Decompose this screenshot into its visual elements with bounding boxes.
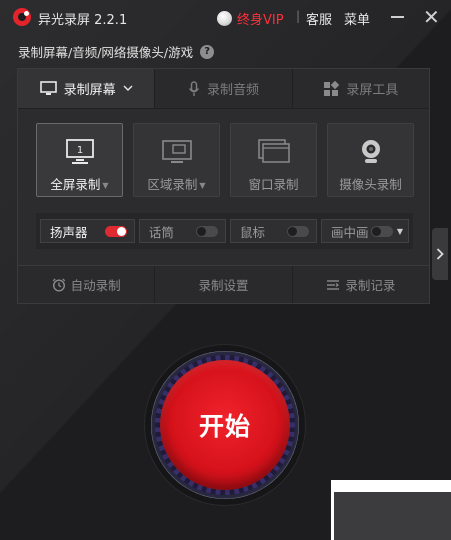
speaker-switch[interactable] bbox=[104, 225, 127, 237]
app-title: 异光录屏 2.2.1 bbox=[38, 13, 128, 28]
bottom-bar-label: 录制设置 bbox=[198, 278, 249, 293]
mouse-switch[interactable] bbox=[286, 225, 309, 237]
chevron-right-icon bbox=[436, 248, 444, 260]
service-button[interactable]: 客服 bbox=[306, 9, 332, 28]
record-panel: 录制屏幕 录制音频 录屏工具 1 全屏录制 ▼ 区域录制 ▼ 窗口录制 摄像头录… bbox=[17, 68, 430, 304]
corner-thumbnail bbox=[331, 480, 451, 540]
grid-icon bbox=[324, 80, 340, 96]
window-icon bbox=[257, 139, 290, 163]
toggle-microphone[interactable]: 话筒 bbox=[138, 219, 226, 243]
toggle-label: 扬声器 bbox=[50, 224, 88, 240]
mode-label: 全屏录制 bbox=[50, 177, 101, 192]
microphone-switch[interactable] bbox=[195, 225, 218, 237]
mode-label: 窗口录制 bbox=[248, 177, 299, 192]
tab-screen-tools[interactable]: 录屏工具 bbox=[292, 69, 429, 108]
toggle-speaker[interactable]: 扬声器 bbox=[40, 219, 135, 243]
start-button-wrap: 开始 bbox=[145, 345, 305, 505]
close-icon[interactable]: ✕ bbox=[423, 7, 440, 27]
tab-bar: 录制屏幕 录制音频 录屏工具 bbox=[18, 69, 429, 109]
bottom-bar: 自动录制 录制设置 录制记录 bbox=[18, 265, 429, 303]
chevron-down-icon bbox=[123, 85, 133, 91]
toggle-mouse[interactable]: 鼠标 bbox=[229, 219, 317, 243]
app-logo-icon bbox=[13, 8, 31, 26]
list-icon bbox=[327, 279, 340, 290]
tab-label: 录屏工具 bbox=[346, 83, 399, 98]
caret-down-icon[interactable]: ▼ bbox=[199, 181, 205, 190]
title-bar: 异光录屏 2.2.1 终身VIP | 客服 菜单 ✕ bbox=[0, 0, 451, 34]
minimize-icon[interactable] bbox=[391, 16, 404, 18]
mode-window[interactable]: 窗口录制 bbox=[230, 123, 317, 197]
auto-record-button[interactable]: 自动录制 bbox=[18, 266, 156, 303]
mode-fullscreen[interactable]: 1 全屏录制 ▼ bbox=[36, 123, 123, 197]
toggle-picture-in-picture[interactable]: 画中画 ▼ bbox=[320, 219, 409, 243]
toggle-label: 话筒 bbox=[148, 224, 174, 240]
vip-link[interactable]: 终身VIP bbox=[217, 9, 284, 28]
caret-down-icon[interactable]: ▼ bbox=[102, 181, 108, 190]
menu-button[interactable]: 菜单 bbox=[344, 9, 370, 28]
tab-record-audio[interactable]: 录制音频 bbox=[155, 69, 293, 108]
monitor-icon bbox=[39, 81, 57, 95]
alarm-clock-icon bbox=[52, 278, 65, 292]
mode-webcam[interactable]: 摄像头录制 bbox=[327, 123, 414, 197]
toggle-bar: 扬声器 话筒 鼠标 画中画 ▼ bbox=[36, 213, 413, 249]
svg-text:1: 1 bbox=[76, 145, 82, 156]
expand-panel-button[interactable] bbox=[432, 228, 448, 280]
caret-down-icon[interactable]: ▼ bbox=[397, 227, 403, 236]
subtitle-row: 录制屏幕/音频/网络摄像头/游戏 ? bbox=[18, 42, 215, 61]
toggle-label: 画中画 bbox=[330, 224, 369, 240]
fullscreen-icon: 1 bbox=[65, 139, 94, 164]
bottom-bar-label: 自动录制 bbox=[70, 278, 121, 293]
help-icon[interactable]: ? bbox=[200, 44, 215, 59]
tab-label: 录制音频 bbox=[206, 83, 259, 98]
region-icon bbox=[161, 140, 192, 163]
subtitle-text: 录制屏幕/音频/网络摄像头/游戏 bbox=[18, 45, 194, 60]
mode-label: 摄像头录制 bbox=[339, 177, 402, 192]
bottom-bar-label: 录制记录 bbox=[345, 278, 396, 293]
record-history-button[interactable]: 录制记录 bbox=[293, 266, 429, 303]
vip-badge-icon bbox=[217, 11, 232, 26]
webcam-icon bbox=[361, 140, 380, 163]
pip-switch[interactable] bbox=[370, 225, 393, 237]
microphone-icon bbox=[188, 80, 200, 96]
toggle-label: 鼠标 bbox=[239, 224, 265, 240]
vip-label: 终身VIP bbox=[237, 13, 284, 28]
start-button[interactable]: 开始 bbox=[160, 360, 290, 490]
record-settings-button[interactable]: 录制设置 bbox=[155, 266, 293, 303]
tab-record-screen[interactable]: 录制屏幕 bbox=[18, 69, 156, 108]
mode-label: 区域录制 bbox=[147, 177, 198, 192]
tab-label: 录制屏幕 bbox=[63, 83, 116, 98]
mode-list: 1 全屏录制 ▼ 区域录制 ▼ 窗口录制 摄像头录制 bbox=[36, 123, 414, 197]
title-separator: | bbox=[296, 9, 301, 23]
mode-region[interactable]: 区域录制 ▼ bbox=[133, 123, 220, 197]
